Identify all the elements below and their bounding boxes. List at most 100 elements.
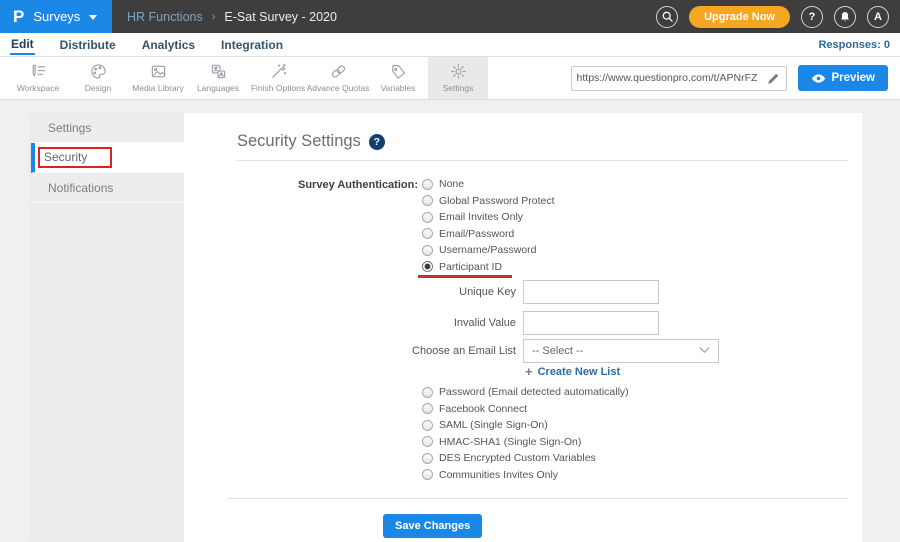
survey-url-field[interactable]: [571, 66, 787, 91]
tab-analytics[interactable]: Analytics: [141, 36, 196, 54]
radio-button[interactable]: [422, 245, 433, 256]
toolbar-tab-media-library[interactable]: Media Library: [128, 57, 188, 99]
radio-button[interactable]: [422, 195, 433, 206]
radio-option-none[interactable]: None: [422, 176, 555, 193]
toolbar-tab-variables[interactable]: Variables: [368, 57, 428, 99]
radio-button[interactable]: [422, 228, 433, 239]
survey-url-input[interactable]: [572, 72, 762, 84]
tab-integration[interactable]: Integration: [220, 36, 284, 54]
radio-option-des-encrypted[interactable]: DES Encrypted Custom Variables: [422, 450, 629, 467]
toolbar-tab-label: Variables: [381, 83, 416, 93]
invalid-value-label: Invalid Value: [184, 317, 516, 329]
image-icon: [150, 63, 167, 80]
sidebar-item-label: Settings: [48, 121, 91, 135]
toolbar-tab-label: Settings: [443, 83, 474, 93]
toolbar-tab-design[interactable]: Design: [68, 57, 128, 99]
radio-option-email-invites[interactable]: Email Invites Only: [422, 209, 555, 226]
radio-label: Email/Password: [439, 228, 514, 240]
save-changes-button[interactable]: Save Changes: [383, 514, 482, 538]
radio-button[interactable]: [422, 453, 433, 464]
preview-button-label: Preview: [832, 72, 875, 84]
help-icon[interactable]: ?: [369, 134, 385, 150]
toolbar-tab-settings[interactable]: Settings: [428, 57, 488, 99]
help-button[interactable]: ?: [801, 6, 823, 28]
toolbar-tab-label: Finish Options: [251, 83, 305, 93]
auth-options-top: None Global Password Protect Email Invit…: [422, 176, 555, 275]
radio-label: DES Encrypted Custom Variables: [439, 452, 596, 464]
product-menu-label: Surveys: [33, 9, 80, 24]
toolbar-tab-finish-options[interactable]: Finish Options: [248, 57, 308, 99]
upgrade-now-button[interactable]: Upgrade Now: [689, 6, 790, 28]
radio-option-password-email-detected[interactable]: Password (Email detected automatically): [422, 384, 629, 401]
radio-button-selected[interactable]: [422, 261, 433, 272]
search-button[interactable]: [656, 6, 678, 28]
radio-button[interactable]: [422, 212, 433, 223]
radio-option-participant-id[interactable]: Participant ID: [422, 259, 555, 276]
radio-button[interactable]: [422, 179, 433, 190]
eye-icon: [811, 73, 826, 84]
radio-option-communities-invites[interactable]: Communities Invites Only: [422, 467, 629, 484]
top-navbar: P Surveys HR Functions › E-Sat Survey - …: [0, 0, 900, 33]
radio-option-email-password[interactable]: Email/Password: [422, 226, 555, 243]
responses-count[interactable]: Responses: 0: [818, 39, 890, 51]
email-list-label: Choose an Email List: [184, 345, 516, 357]
toolbar-tab-workspace[interactable]: Workspace: [8, 57, 68, 99]
toolbar-tab-label: Media Library: [132, 83, 184, 93]
sidebar-item-settings[interactable]: Settings: [31, 113, 184, 143]
radio-option-username-password[interactable]: Username/Password: [422, 242, 555, 259]
radio-button[interactable]: [422, 469, 433, 480]
breadcrumb: HR Functions › E-Sat Survey - 2020: [127, 10, 337, 24]
email-list-selected-value: -- Select --: [532, 345, 583, 357]
toolbar-tab-languages[interactable]: Languages: [188, 57, 248, 99]
questionpro-logo-icon: P: [13, 8, 24, 25]
security-settings-panel: Security Settings ? Survey Authenticatio…: [184, 113, 862, 542]
tab-distribute[interactable]: Distribute: [59, 36, 117, 54]
account-avatar[interactable]: A: [867, 6, 889, 28]
radio-button[interactable]: [422, 420, 433, 431]
toolbar-tab-advance-quotas[interactable]: Advance Quotas: [308, 57, 368, 99]
tab-edit[interactable]: Edit: [10, 35, 35, 55]
breadcrumb-survey-name: E-Sat Survey - 2020: [224, 10, 337, 24]
page-title: Security Settings ?: [237, 132, 385, 151]
navbar-actions: Upgrade Now ? A: [656, 6, 900, 28]
radio-label: Facebook Connect: [439, 403, 527, 415]
pencil-icon: [767, 72, 780, 85]
chain-links-icon: [330, 63, 347, 80]
invalid-value-input[interactable]: [523, 311, 659, 335]
radio-option-facebook-connect[interactable]: Facebook Connect: [422, 401, 629, 418]
toolbar-tab-label: Workspace: [17, 83, 59, 93]
radio-button[interactable]: [422, 403, 433, 414]
toolbar-right: Preview: [571, 57, 900, 99]
survey-authentication-label: Survey Authentication:: [184, 179, 418, 191]
annotation-red-underline: [418, 275, 512, 278]
product-switcher[interactable]: P Surveys: [0, 0, 112, 33]
breadcrumb-separator: ›: [212, 11, 216, 23]
notifications-button[interactable]: [834, 6, 856, 28]
create-new-list-link[interactable]: + Create New List: [525, 365, 620, 378]
preview-button[interactable]: Preview: [798, 65, 888, 91]
plus-icon: +: [525, 365, 533, 378]
email-list-select[interactable]: -- Select --: [523, 339, 719, 363]
edit-url-button[interactable]: [762, 67, 786, 90]
sidebar-item-security[interactable]: Security: [31, 143, 184, 173]
sidebar-item-notifications[interactable]: Notifications: [31, 173, 184, 203]
radio-button[interactable]: [422, 436, 433, 447]
translate-icon: [210, 63, 227, 80]
create-new-list-label: Create New List: [538, 366, 621, 378]
sidebar-item-label: Security: [44, 150, 87, 164]
radio-button[interactable]: [422, 387, 433, 398]
divider: [237, 160, 848, 161]
unique-key-input[interactable]: [523, 280, 659, 304]
radio-option-global-password[interactable]: Global Password Protect: [422, 193, 555, 210]
divider: [228, 498, 848, 499]
radio-option-hmac-sha1[interactable]: HMAC-SHA1 (Single Sign-On): [422, 434, 629, 451]
radio-label: Participant ID: [439, 261, 502, 273]
radio-option-saml[interactable]: SAML (Single Sign-On): [422, 417, 629, 434]
toolbar-tab-label: Languages: [197, 83, 239, 93]
toolbar-tab-label: Design: [85, 83, 111, 93]
toolbar-tab-label: Advance Quotas: [307, 83, 370, 93]
magic-wand-icon: [270, 63, 287, 80]
breadcrumb-folder[interactable]: HR Functions: [127, 10, 203, 24]
content-area: Settings Security Notifications Security…: [0, 100, 900, 542]
radio-label: Email Invites Only: [439, 211, 523, 223]
